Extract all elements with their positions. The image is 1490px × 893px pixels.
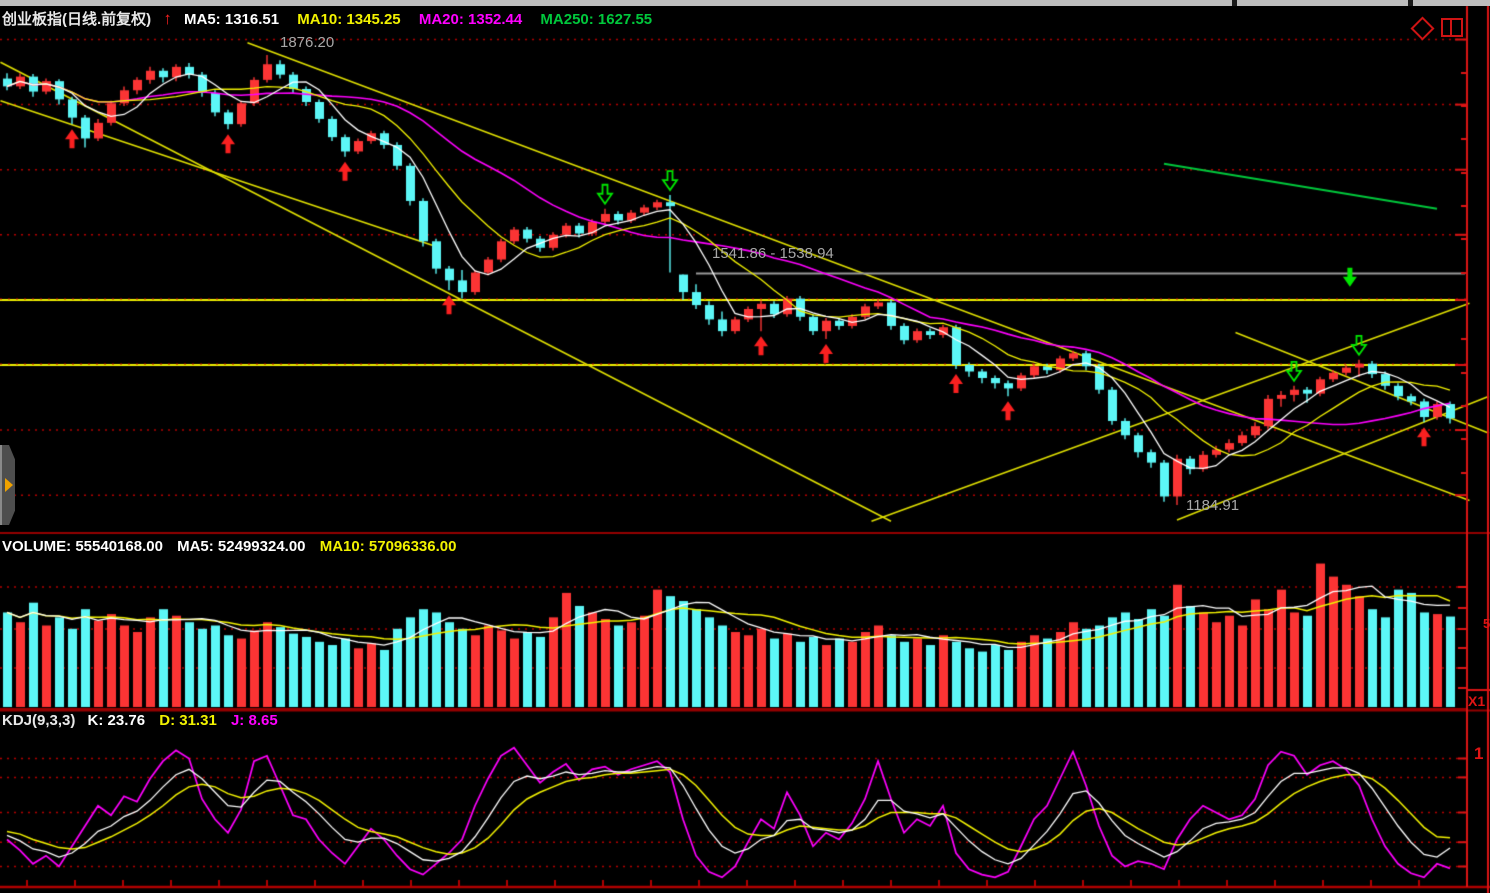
ma10-value: MA10: 1345.25	[297, 11, 401, 28]
window-panes-icon-divider	[1450, 20, 1452, 35]
kdj-name: KDJ(9,3,3)	[2, 712, 76, 729]
volume-header: VOLUME: 55540168.00 MA5: 52499324.00 MA1…	[2, 538, 470, 555]
up-arrow-icon: ↑	[163, 9, 172, 28]
ma20-value: MA20: 1352.44	[418, 11, 523, 28]
volume-value: VOLUME: 55540168.00	[2, 538, 163, 555]
kdj-d-value: D: 31.31	[159, 712, 217, 729]
expand-arrow-icon	[5, 478, 13, 492]
kdj-header: KDJ(9,3,3) K: 23.76 D: 31.31 J: 8.65	[2, 712, 292, 729]
gap-price-label: 1541.86 - 1538.94	[712, 245, 834, 262]
volume-ma10-value: MA10: 57096336.00	[319, 538, 457, 555]
ma5-value: MA5: 1316.51	[184, 11, 280, 28]
strip-notch	[1232, 0, 1237, 6]
strip-notch	[1408, 0, 1413, 6]
candlestick-chart-canvas[interactable]	[0, 0, 1490, 893]
window-panes-icon[interactable]	[1441, 18, 1463, 37]
low-price-label: 1184.91	[1186, 497, 1240, 514]
vol-axis-label-clipped: 5	[1483, 616, 1490, 631]
kdj-k-value: K: 23.76	[87, 712, 146, 729]
kdj-j-value: J: 8.65	[230, 712, 278, 729]
toolbar-bottom-strip	[0, 0, 1490, 6]
zoom-x1-label: X1	[1468, 693, 1486, 709]
chart-header: 创业板指(日线.前复权) ↑ MA5: 1316.51 MA10: 1345.2…	[2, 8, 666, 29]
volume-ma5-value: MA5: 52499324.00	[177, 538, 306, 555]
kdj-axis-100-label: 1	[1474, 744, 1484, 763]
ma250-value: MA250: 1627.55	[540, 11, 653, 28]
sidebar-expand-handle[interactable]	[0, 445, 15, 525]
high-price-label: 1876.20	[280, 34, 335, 51]
stock-app-window: 创业板指(日线.前复权) ↑ MA5: 1316.51 MA10: 1345.2…	[0, 0, 1490, 893]
instrument-title: 创业板指(日线.前复权)	[2, 11, 152, 28]
